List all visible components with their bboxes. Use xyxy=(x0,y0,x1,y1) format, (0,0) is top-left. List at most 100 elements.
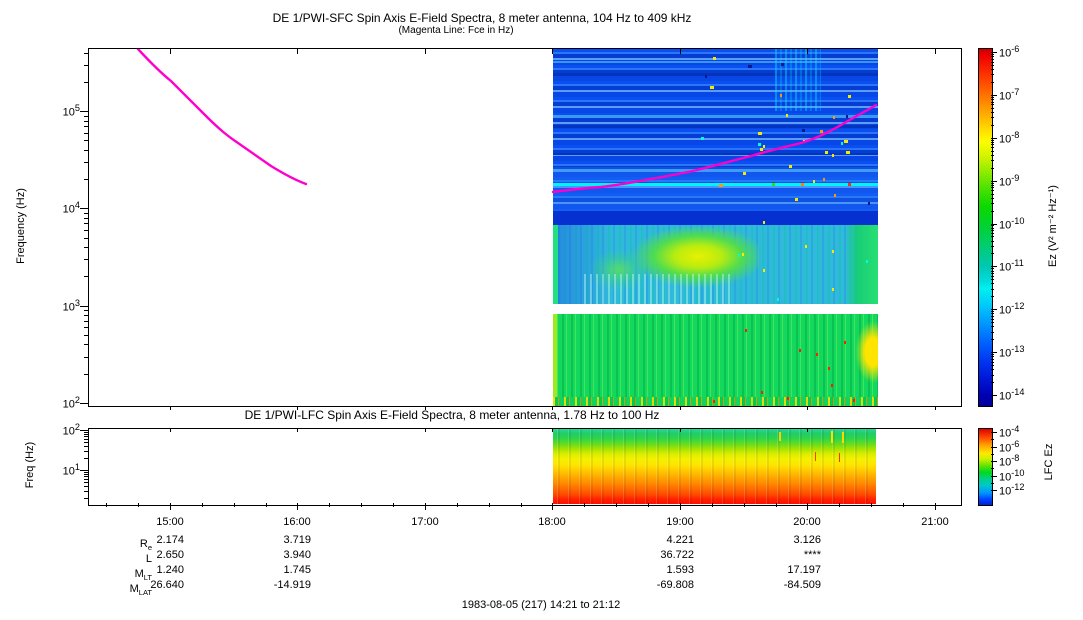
x-minor-tick xyxy=(266,503,267,507)
ephemeris-value: 1.240 xyxy=(156,564,184,576)
colorbar-tick-label: 10-8 xyxy=(999,453,1020,469)
colorbar-minor-tick xyxy=(991,273,994,274)
y-major-tick xyxy=(80,403,88,404)
x-minor-tick xyxy=(457,503,458,507)
x-inside-tick xyxy=(552,429,553,432)
y-minor-tick xyxy=(84,446,88,447)
colorbar-minor-tick xyxy=(991,59,994,60)
colorbar-minor-tick xyxy=(991,147,994,148)
y-minor-tick xyxy=(84,310,88,311)
colorbar-major-tick xyxy=(991,461,997,462)
x-minor-tick xyxy=(648,503,649,507)
colorbar-minor-tick xyxy=(991,155,994,156)
y-minor-tick xyxy=(84,126,88,127)
x-inside-tick xyxy=(297,49,298,54)
x-outside-tick xyxy=(935,406,936,410)
x-minor-tick xyxy=(234,503,235,507)
colorbar-minor-tick xyxy=(991,354,994,355)
y-minor-tick xyxy=(84,133,88,134)
x-minor-tick xyxy=(521,503,522,507)
y-minor-tick xyxy=(84,238,88,239)
x-minor-tick xyxy=(106,503,107,507)
colorbar-minor-tick xyxy=(991,97,994,98)
y-minor-tick xyxy=(84,344,88,345)
y-major-tick xyxy=(80,430,88,431)
colorbar-minor-tick xyxy=(991,194,994,195)
y-minor-tick xyxy=(84,472,88,473)
ephemeris-value: 3.126 xyxy=(793,534,821,546)
x-outside-tick xyxy=(807,406,808,410)
colorbar-minor-tick xyxy=(991,362,994,363)
colorbar-minor-tick xyxy=(991,211,994,212)
y-minor-tick xyxy=(84,357,88,358)
y-tick-label: 102 xyxy=(62,395,80,411)
x-minor-tick xyxy=(361,503,362,507)
x-outside-tick xyxy=(170,406,171,410)
x-inside-tick xyxy=(935,429,936,432)
ephemeris-value: 17.197 xyxy=(787,564,821,576)
x-minor-tick xyxy=(712,503,713,507)
y-minor-tick xyxy=(84,458,88,459)
colorbar-minor-tick xyxy=(991,99,994,100)
colorbar-minor-tick xyxy=(991,56,994,57)
ephemeris-value: 36.722 xyxy=(660,549,694,561)
colorbar-minor-tick xyxy=(991,190,994,191)
ephemeris-value: -69.808 xyxy=(656,579,694,591)
x-inside-tick xyxy=(680,49,681,54)
y-tick-label: 102 xyxy=(62,422,80,438)
colorbar-minor-tick xyxy=(991,144,994,145)
colorbar-minor-tick xyxy=(991,125,994,126)
y-tick-label: 101 xyxy=(62,462,80,478)
y-minor-tick xyxy=(84,230,88,231)
colorbar-major-tick xyxy=(991,309,997,310)
colorbar-minor-tick xyxy=(991,276,994,277)
x-minor-tick xyxy=(393,503,394,507)
colorbar-minor-tick xyxy=(991,183,994,184)
colorbar-minor-tick xyxy=(991,483,994,484)
x-minor-tick xyxy=(138,503,139,507)
x-inside-tick xyxy=(170,49,171,54)
y-minor-tick xyxy=(84,436,88,437)
y-minor-tick xyxy=(84,150,88,151)
colorbar-minor-tick xyxy=(991,108,994,109)
colorbar-major-tick xyxy=(991,447,997,448)
colorbar-tick-label: 10-11 xyxy=(999,258,1024,275)
colorbar-minor-tick xyxy=(991,104,994,105)
x-tick-label: 20:00 xyxy=(793,516,821,528)
colorbar-major-tick xyxy=(991,352,997,353)
colorbar-tick-label: 10-14 xyxy=(999,387,1025,403)
colorbar-minor-tick xyxy=(991,253,994,254)
colorbar-minor-tick xyxy=(991,187,994,188)
colorbar-major-tick xyxy=(991,476,997,477)
y-minor-tick xyxy=(84,335,88,336)
spectrogram-page: DE 1/PWI-SFC Spin Axis E-Field Spectra, … xyxy=(0,0,1083,620)
colorbar-tick-label: 10-8 xyxy=(999,129,1020,146)
y-minor-tick xyxy=(84,321,88,322)
y-minor-tick xyxy=(84,482,88,483)
x-inside-tick xyxy=(807,429,808,432)
y-minor-tick xyxy=(84,498,88,499)
colorbar-minor-tick xyxy=(991,271,994,272)
x-minor-tick xyxy=(871,503,872,507)
x-minor-tick xyxy=(489,503,490,507)
y-minor-tick xyxy=(84,82,88,83)
colorbar-minor-tick xyxy=(991,230,994,231)
colorbar-major-tick xyxy=(991,432,997,433)
x-major-tick xyxy=(425,503,426,510)
colorbar-minor-tick xyxy=(991,375,994,376)
colorbar-tick-label: 10-6 xyxy=(999,44,1020,60)
x-outside-tick xyxy=(425,406,426,410)
x-inside-tick xyxy=(807,49,808,54)
x-inside-tick xyxy=(170,429,171,432)
x-minor-tick xyxy=(903,503,904,507)
x-tick-label: 17:00 xyxy=(411,516,439,528)
y-major-tick xyxy=(80,306,88,307)
x-tick-label: 19:00 xyxy=(666,516,694,528)
colorbar-minor-tick xyxy=(991,369,994,370)
y-minor-tick xyxy=(84,442,88,443)
colorbar-minor-tick xyxy=(991,332,994,333)
x-tick-label: 18:00 xyxy=(538,516,566,528)
colorbar-tick-label: 10-10 xyxy=(999,215,1025,232)
y-major-tick xyxy=(80,470,88,471)
colorbar-minor-tick xyxy=(991,356,994,357)
